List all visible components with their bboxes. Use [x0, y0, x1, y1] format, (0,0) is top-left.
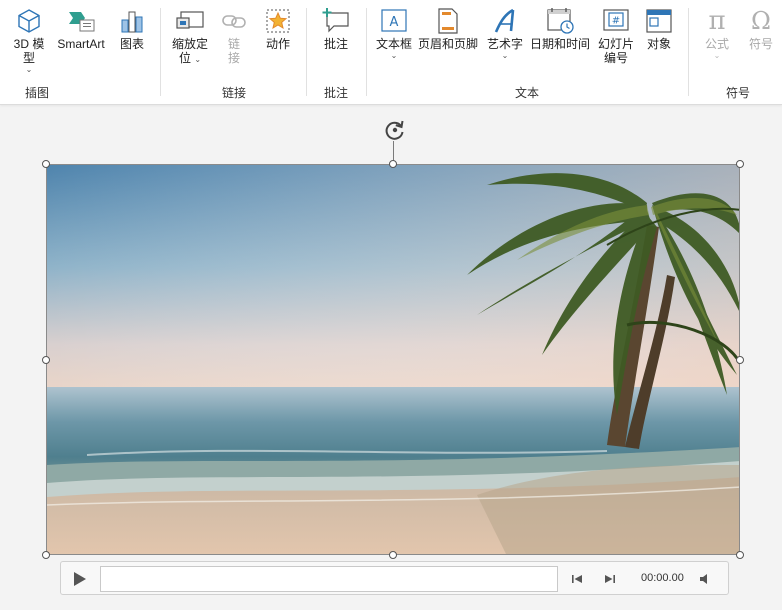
beach-video-thumbnail — [47, 165, 739, 554]
seek-bar[interactable] — [100, 566, 558, 592]
equation-button[interactable]: π 公式 ⌄ — [700, 6, 734, 60]
chevron-down-icon: ⌄ — [501, 51, 509, 60]
chevron-down-icon: ⌄ — [25, 65, 33, 74]
omega-icon: Ω — [751, 7, 771, 35]
media-control-bar: 00:00.00 — [60, 561, 729, 595]
link-icon — [219, 6, 249, 36]
slide-number-label-1: 幻灯片 — [597, 37, 634, 51]
comment-button[interactable]: 批注 — [318, 6, 354, 51]
group-label-links: 链接 — [221, 86, 246, 100]
wordart-label: 艺术字 — [486, 37, 523, 51]
3d-model-label-2: 型 — [22, 51, 35, 65]
skip-forward-icon[interactable] — [603, 572, 617, 586]
wordart-button[interactable]: 艺术字 ⌄ — [484, 6, 526, 60]
time-readout: 00:00.00 — [641, 572, 684, 584]
link-label-1: 链 — [227, 37, 240, 51]
smartart-label: SmartArt — [57, 37, 105, 51]
group-separator — [688, 8, 689, 96]
slide-number-icon: # — [601, 6, 631, 36]
resize-handle-right[interactable] — [736, 356, 744, 364]
3d-model-button[interactable]: 3D 模 型 ⌄ — [8, 6, 50, 74]
resize-handle-bottom[interactable] — [389, 551, 397, 559]
zoom-label-2: 位 ⌄ — [179, 51, 201, 65]
chart-label: 图表 — [119, 37, 144, 51]
symbol-button[interactable]: Ω 符号 — [744, 6, 778, 51]
chart-button[interactable]: 图表 — [114, 6, 150, 51]
group-label-illustrations: 插图 — [24, 86, 49, 100]
textbox-label: 文本框 — [375, 37, 412, 51]
smartart-button[interactable]: SmartArt — [54, 6, 108, 51]
resize-handle-left[interactable] — [42, 356, 50, 364]
resize-handle-top-left[interactable] — [42, 160, 50, 168]
slide-number-button[interactable]: # 幻灯片 编号 — [595, 6, 637, 65]
resize-handle-bottom-right[interactable] — [736, 551, 744, 559]
link-button[interactable]: 链 接 — [220, 6, 248, 65]
link-label-2: 接 — [227, 51, 240, 65]
resize-handle-bottom-left[interactable] — [42, 551, 50, 559]
rotate-icon[interactable] — [383, 118, 407, 142]
textbox-button[interactable]: A 文本框 ⌄ — [373, 6, 415, 60]
pi-icon: π — [708, 6, 726, 36]
object-icon — [644, 6, 674, 36]
star-action-icon — [263, 6, 293, 36]
chevron-down-icon: ⌄ — [194, 55, 202, 64]
chevron-down-icon: ⌄ — [713, 51, 721, 60]
zoom-label-2-text: 位 — [178, 51, 191, 65]
date-time-button[interactable]: 日期和时间 — [529, 6, 591, 51]
date-time-label: 日期和时间 — [529, 37, 590, 51]
ribbon-insert: 3D 模 型 ⌄ SmartArt 图表 插图 缩放定 位 ⌄ 链 接 动作 链… — [0, 0, 782, 105]
group-separator — [306, 8, 307, 96]
group-label-comments: 批注 — [323, 86, 348, 100]
header-footer-icon — [433, 6, 463, 36]
object-button[interactable]: 对象 — [640, 6, 678, 51]
group-label-symbols: 符号 — [725, 86, 750, 100]
zoom-label-1: 缩放定 — [171, 37, 208, 51]
header-footer-button[interactable]: 页眉和页脚 — [418, 6, 478, 51]
object-label: 对象 — [646, 37, 671, 51]
symbol-label: 符号 — [748, 37, 773, 51]
calendar-clock-icon — [545, 6, 575, 36]
action-button[interactable]: 动作 — [260, 6, 296, 51]
comment-label: 批注 — [323, 37, 348, 51]
play-icon[interactable] — [69, 570, 89, 588]
textbox-icon: A — [379, 6, 409, 36]
resize-handle-top-right[interactable] — [736, 160, 744, 168]
chevron-down-icon: ⌄ — [390, 51, 398, 60]
zoom-slides-icon — [175, 6, 205, 36]
header-footer-label: 页眉和页脚 — [418, 37, 479, 51]
action-label: 动作 — [265, 37, 290, 51]
skip-back-icon[interactable] — [570, 572, 584, 586]
zoom-button[interactable]: 缩放定 位 ⌄ — [168, 6, 212, 65]
3d-model-label-1: 3D 模 — [13, 37, 45, 51]
smartart-icon — [66, 6, 96, 36]
cube-icon — [14, 6, 44, 36]
group-separator — [366, 8, 367, 96]
equation-label: 公式 — [704, 37, 729, 51]
group-label-text: 文本 — [514, 86, 539, 100]
svg-text:#: # — [612, 16, 620, 27]
volume-icon[interactable] — [698, 572, 712, 586]
slide-number-label-2: 编号 — [603, 51, 628, 65]
video-frame[interactable] — [46, 164, 740, 555]
resize-handle-top[interactable] — [389, 160, 397, 168]
svg-text:A: A — [390, 15, 399, 30]
wordart-icon — [490, 6, 520, 36]
bar-chart-icon — [117, 6, 147, 36]
new-comment-icon — [321, 6, 351, 36]
group-separator — [160, 8, 161, 96]
